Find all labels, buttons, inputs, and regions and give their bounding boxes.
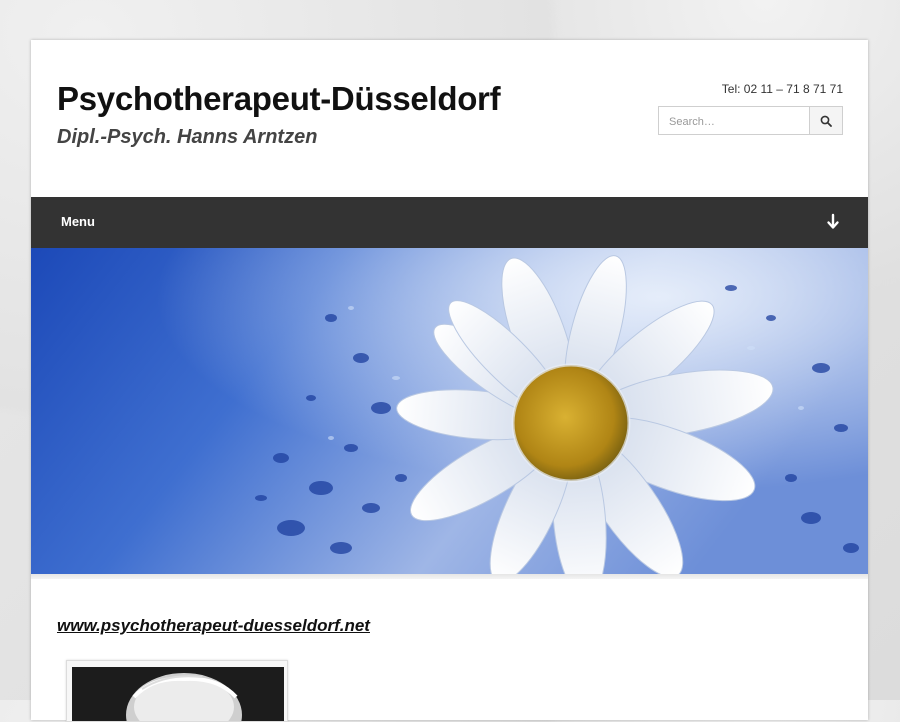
search-button[interactable] xyxy=(809,106,843,135)
search-form xyxy=(658,106,843,135)
arrow-down-icon[interactable] xyxy=(826,213,840,231)
site-description: Dipl.-Psych. Hanns Arntzen xyxy=(57,126,318,148)
main-navigation: Menu xyxy=(31,197,868,248)
hero-divider xyxy=(31,574,868,579)
portrait-photo xyxy=(72,667,284,721)
menu-toggle-label[interactable]: Menu xyxy=(61,214,95,229)
portrait-image xyxy=(72,667,284,721)
daisy-image xyxy=(31,248,868,574)
site-title[interactable]: Psychotherapeut-Düsseldorf xyxy=(57,80,501,118)
website-link[interactable]: www.psychotherapeut-duesseldorf.net xyxy=(57,616,370,636)
portrait-frame xyxy=(66,660,288,722)
search-icon xyxy=(820,115,832,127)
hero-banner-image xyxy=(31,248,868,574)
search-input[interactable] xyxy=(658,106,809,135)
phone-number: Tel: 02 11 – 71 8 71 71 xyxy=(721,82,843,96)
page-container: Psychotherapeut-Düsseldorf Dipl.-Psych. … xyxy=(31,40,868,722)
